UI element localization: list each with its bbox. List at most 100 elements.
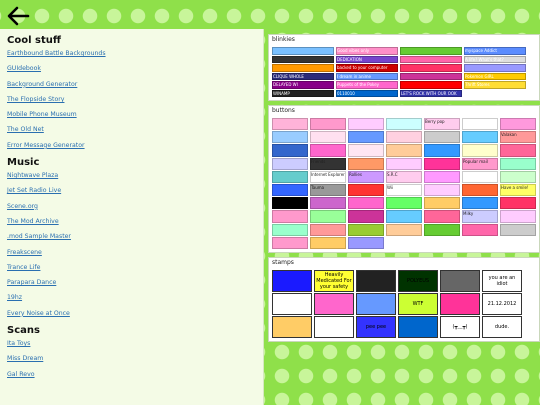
button-image[interactable]: Friends [310, 157, 346, 170]
sidebar-link[interactable]: Ita Toys [7, 340, 256, 347]
stamp-image[interactable] [272, 292, 312, 315]
button-image[interactable] [310, 118, 346, 131]
button-image[interactable] [348, 118, 384, 131]
stamp-image[interactable]: Heavily Medicated For your safety [314, 269, 354, 292]
stamp-image[interactable] [272, 315, 312, 338]
button-image[interactable] [424, 223, 460, 236]
sidebar-link[interactable]: Parapara Dance [7, 279, 256, 286]
stamp-image[interactable]: WTF [398, 292, 438, 315]
button-image[interactable] [424, 144, 460, 157]
sidebar-link[interactable]: 19hz [7, 294, 256, 301]
button-image[interactable] [272, 157, 308, 170]
button-image[interactable] [310, 197, 346, 210]
stamp-image[interactable] [356, 269, 396, 292]
button-image[interactable] [272, 236, 308, 249]
sidebar-link[interactable]: The Old Net [7, 126, 256, 133]
button-image[interactable] [386, 118, 422, 131]
stamp-image[interactable] [314, 315, 354, 338]
button-image[interactable]: Internet Explorer [310, 170, 346, 183]
blinkie-image[interactable]: CLIQUE WHOLE [272, 72, 334, 80]
sidebar-link[interactable]: Error Message Generator [7, 142, 256, 149]
stamp-image[interactable] [440, 269, 480, 292]
sidebar-link[interactable]: Nightwave Plaza [7, 172, 256, 179]
button-image[interactable] [462, 170, 498, 183]
blinkie-image[interactable]: LET'S ROCK WITH OUR OOK [400, 89, 462, 97]
button-image[interactable] [500, 170, 536, 183]
sidebar-link[interactable]: Mobile Phone Museum [7, 111, 256, 118]
button-image[interactable] [348, 197, 384, 210]
button-image[interactable] [500, 223, 536, 236]
button-image[interactable]: Tauma [310, 183, 346, 197]
blinkie-image[interactable] [400, 55, 462, 63]
sidebar-link[interactable]: Every Noise at Once [7, 310, 256, 317]
button-image[interactable] [462, 131, 498, 144]
button-image[interactable] [310, 210, 346, 223]
button-image[interactable] [386, 144, 422, 157]
blinkie-image[interactable]: myspace Addict [464, 47, 526, 55]
button-image[interactable] [424, 210, 460, 223]
button-image[interactable] [272, 131, 308, 144]
button-image[interactable] [310, 223, 346, 236]
stamp-image[interactable] [440, 292, 480, 315]
button-image[interactable] [272, 118, 308, 131]
button-image[interactable] [500, 118, 536, 131]
button-image[interactable] [272, 144, 308, 157]
button-image[interactable]: Have a smile! [500, 183, 536, 197]
button-image[interactable]: Berry pop [424, 118, 460, 131]
button-image[interactable]: Popular mail [462, 157, 498, 170]
blinkie-image[interactable] [400, 64, 462, 72]
sidebar-link[interactable]: Scene.org [7, 203, 256, 210]
button-image[interactable] [424, 157, 460, 170]
button-image[interactable] [348, 157, 384, 170]
sidebar-link[interactable]: The Flopside Story [7, 96, 256, 103]
sidebar-link[interactable]: Gal Revo [7, 371, 256, 378]
button-image[interactable] [386, 223, 422, 236]
blinkie-image[interactable]: Thrift Stores [464, 81, 526, 89]
button-image[interactable]: Rollies [348, 170, 384, 183]
sidebar-link[interactable]: GUIdebook [7, 65, 256, 72]
sidebar-link[interactable]: Trance Life [7, 264, 256, 271]
button-image[interactable] [310, 144, 346, 157]
button-image[interactable] [348, 223, 384, 236]
button-image[interactable] [462, 223, 498, 236]
button-image[interactable] [424, 197, 460, 210]
blinkie-image[interactable] [400, 72, 462, 80]
button-image[interactable]: S.R.C [386, 170, 422, 183]
button-image[interactable] [310, 236, 346, 249]
button-image[interactable] [386, 197, 422, 210]
button-image[interactable] [386, 157, 422, 170]
blinkie-image[interactable]: Pokemon GIRL [464, 72, 526, 80]
sidebar-link[interactable]: Background Generator [7, 81, 256, 88]
sidebar-link[interactable]: The Mod Archive [7, 218, 256, 225]
button-image[interactable] [386, 131, 422, 144]
button-image[interactable] [386, 210, 422, 223]
arrow-left-icon[interactable] [6, 6, 30, 26]
blinkie-image[interactable]: Puppets of the Pokey [336, 81, 398, 89]
button-image[interactable] [462, 144, 498, 157]
blinkie-image[interactable]: WINAMP [272, 89, 334, 97]
button-image[interactable] [272, 197, 308, 210]
blinkie-image[interactable]: Good vibes only [336, 47, 398, 55]
button-image[interactable] [272, 223, 308, 236]
stamp-image[interactable] [356, 292, 396, 315]
blinkie-image[interactable]: DELAYED WI [272, 81, 334, 89]
stamp-image[interactable]: pee pee [356, 315, 396, 338]
sidebar-link[interactable]: Earthbound Battle Backgrounds [7, 50, 256, 57]
button-image[interactable] [424, 183, 460, 197]
button-image[interactable] [310, 131, 346, 144]
button-image[interactable] [500, 157, 536, 170]
sidebar-link[interactable]: Freakscene [7, 249, 256, 256]
button-image[interactable] [462, 118, 498, 131]
blinkie-image[interactable]: A life? What's that? [464, 55, 526, 63]
button-image[interactable] [424, 131, 460, 144]
button-image[interactable] [348, 131, 384, 144]
sidebar-link[interactable]: Jet Set Radio Live [7, 187, 256, 194]
stamp-image[interactable]: POLYEUS [398, 269, 438, 292]
button-image[interactable] [500, 197, 536, 210]
button-image[interactable] [348, 236, 384, 249]
blinkie-image[interactable]: I dream in anime [336, 72, 398, 80]
button-image[interactable] [424, 170, 460, 183]
sidebar-link[interactable]: .mod Sample Master [7, 233, 256, 240]
button-image[interactable]: Valakan [500, 131, 536, 144]
blinkie-image[interactable] [272, 64, 334, 72]
